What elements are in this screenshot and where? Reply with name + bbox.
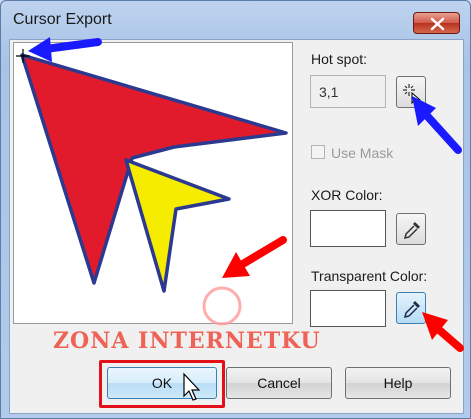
transparent-color-picker-button[interactable] xyxy=(396,292,426,324)
use-mask-checkbox[interactable] xyxy=(311,145,325,159)
use-mask-label: Use Mask xyxy=(331,145,394,161)
xor-color-picker-button[interactable] xyxy=(396,213,426,245)
transparent-color-label: Transparent Color: xyxy=(311,268,428,284)
hotspot-value-field[interactable]: 3,1 xyxy=(310,75,386,108)
hotspot-label: Hot spot: xyxy=(311,51,368,67)
cursor-preview-canvas xyxy=(16,49,288,293)
window-title: Cursor Export xyxy=(13,11,112,28)
xor-color-label: XOR Color: xyxy=(311,187,383,203)
ok-button[interactable]: OK xyxy=(107,367,217,399)
small-arrow xyxy=(124,158,231,293)
close-button[interactable] xyxy=(413,12,460,34)
help-button[interactable]: Help xyxy=(345,367,451,399)
hotspot-picker-button[interactable] xyxy=(396,76,426,108)
hotspot-picker-icon xyxy=(403,84,421,104)
xor-color-swatch[interactable] xyxy=(310,210,386,247)
eyedropper-icon xyxy=(403,222,420,240)
transparent-color-swatch[interactable] xyxy=(310,290,386,327)
watermark-text: ZONA INTERNETKU xyxy=(53,328,321,354)
cursor-preview[interactable] xyxy=(13,42,293,324)
eyedropper-icon xyxy=(403,301,420,319)
close-icon xyxy=(430,17,445,31)
cancel-button[interactable]: Cancel xyxy=(226,367,332,399)
